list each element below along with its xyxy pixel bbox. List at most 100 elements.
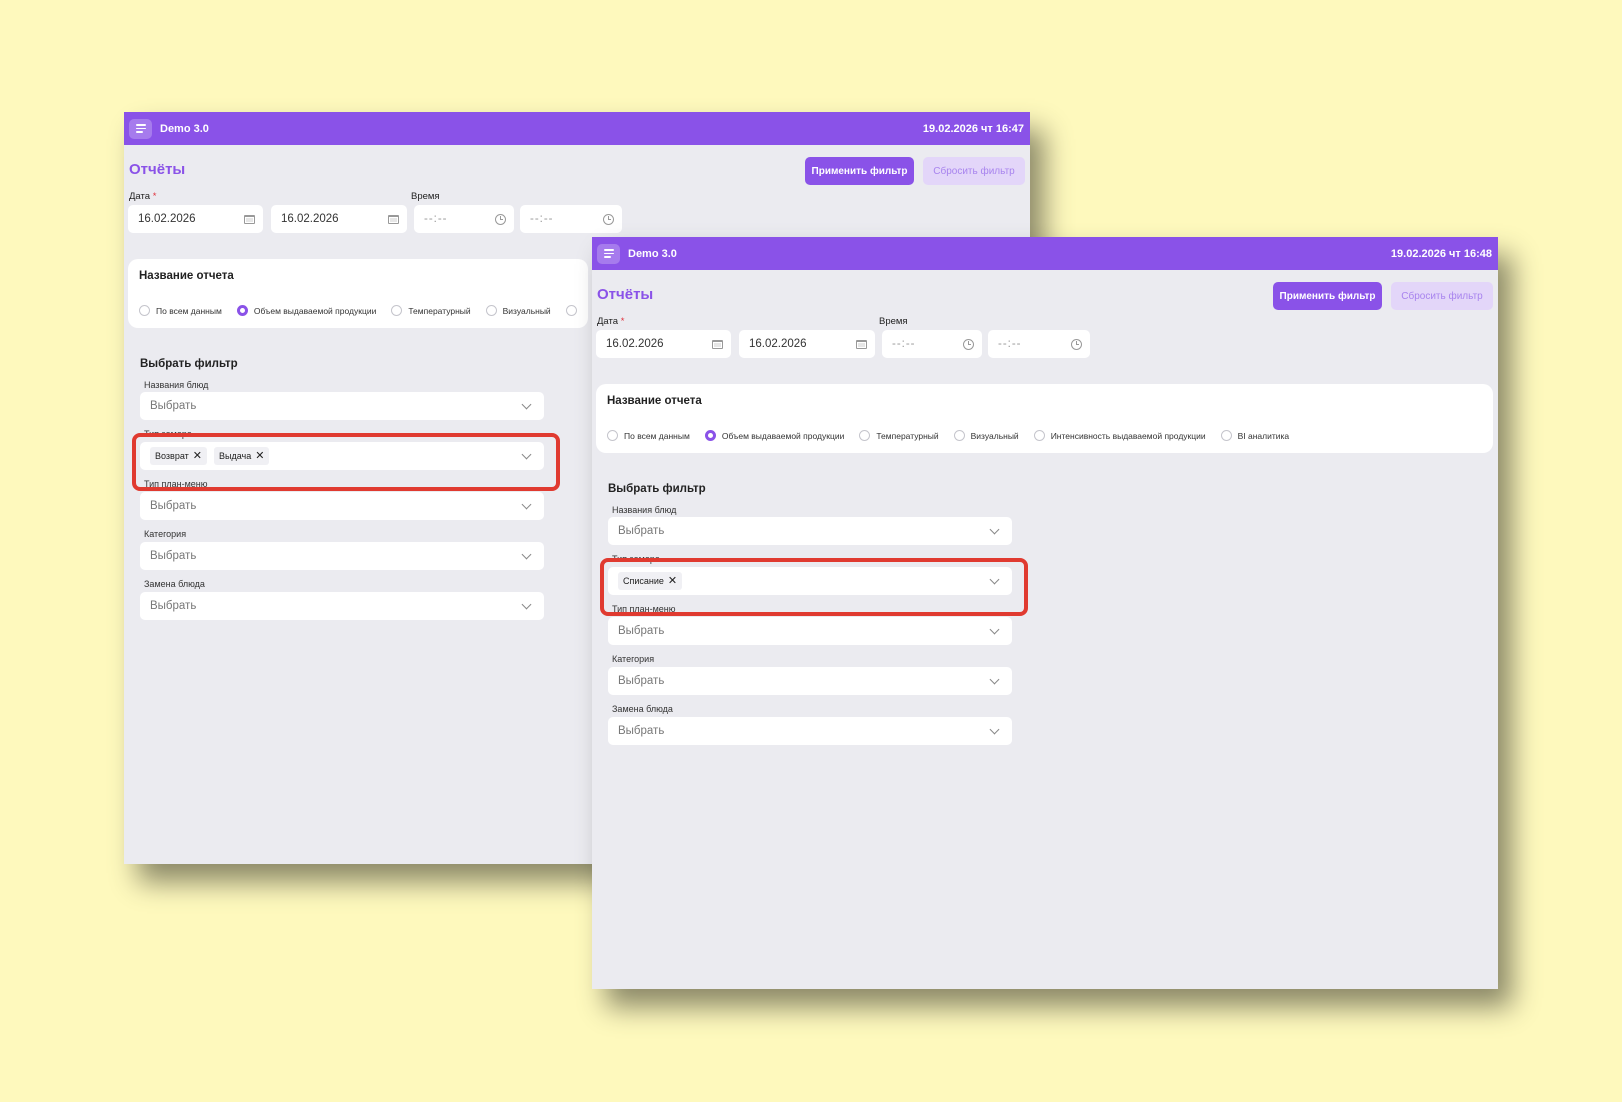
report-window-2: Demo 3.0 19.02.2026 чт 16:48 Отчёты Прим… xyxy=(592,237,1498,989)
close-icon[interactable]: ✕ xyxy=(255,450,264,462)
plan-menu-type-select[interactable]: Выбрать xyxy=(608,617,1012,645)
menu-icon[interactable] xyxy=(597,243,620,264)
report-type-radio[interactable]: Объем выдаваемой продукции xyxy=(236,305,377,316)
date-label: Дата * xyxy=(129,191,157,202)
dish-names-select[interactable]: Выбрать xyxy=(140,392,544,420)
calendar-icon[interactable] xyxy=(856,339,867,349)
calendar-icon[interactable] xyxy=(388,214,399,224)
chevron-down-icon[interactable] xyxy=(521,449,532,459)
clock-icon[interactable] xyxy=(603,213,614,225)
menu-icon[interactable] xyxy=(129,118,152,139)
report-type-radio[interactable]: Визуальный xyxy=(953,430,1019,441)
radio-label: Объем выдаваемой продукции xyxy=(721,430,845,441)
report-type-radio[interactable]: Температурный xyxy=(391,305,471,316)
plan-menu-type-label: Тип план-меню xyxy=(612,604,676,614)
chevron-down-icon[interactable] xyxy=(989,624,1000,634)
report-type-radio[interactable]: Объем выдаваемой продукции xyxy=(704,430,845,441)
date-to-field[interactable]: 16.02.2026 xyxy=(739,330,875,358)
category-select[interactable]: Выбрать xyxy=(140,542,544,570)
top-bar: Demo 3.0 19.02.2026 чт 16:48 xyxy=(592,237,1498,270)
time-label: Время xyxy=(411,191,440,202)
chevron-down-icon[interactable] xyxy=(521,549,532,559)
radio-circle[interactable] xyxy=(859,430,871,441)
report-type-radio[interactable]: По всем данным xyxy=(139,305,222,316)
time-label: Время xyxy=(879,316,908,327)
close-icon[interactable]: ✕ xyxy=(668,575,677,587)
date-from-field[interactable]: 16.02.2026 xyxy=(128,205,263,233)
radio-circle[interactable] xyxy=(565,305,577,316)
report-type-radio[interactable]: Визуальный xyxy=(485,305,551,316)
time-to-field[interactable]: --:-- xyxy=(520,205,622,233)
report-type-radio[interactable] xyxy=(565,305,583,316)
reset-filter-button[interactable]: Сбросить фильтр xyxy=(1391,282,1493,310)
date-time-row: Дата * Время 16.02.2026 16.02.2026 --:--… xyxy=(124,189,1030,235)
dish-replacement-label: Замена блюда xyxy=(144,579,205,589)
radio-label: По всем данным xyxy=(156,305,222,316)
time-from-field[interactable]: --:-- xyxy=(882,330,982,358)
radio-circle[interactable] xyxy=(485,305,497,316)
apply-filter-button[interactable]: Применить фильтр xyxy=(805,157,914,185)
chevron-down-icon[interactable] xyxy=(521,399,532,409)
chip-label: Возврат xyxy=(155,451,189,461)
apply-filter-button[interactable]: Применить фильтр xyxy=(1273,282,1382,310)
chevron-down-icon[interactable] xyxy=(989,674,1000,684)
calendar-icon[interactable] xyxy=(244,214,255,224)
date-from-field[interactable]: 16.02.2026 xyxy=(596,330,731,358)
report-type-radio[interactable]: По всем данным xyxy=(607,430,690,441)
clock-icon[interactable] xyxy=(1071,338,1082,350)
clock-icon[interactable] xyxy=(495,213,506,225)
radio-label: Объем выдаваемой продукции xyxy=(253,305,377,316)
radio-circle[interactable] xyxy=(704,430,716,441)
report-type-radio[interactable]: Интенсивность выдаваемой продукции xyxy=(1033,430,1206,441)
select-placeholder: Выбрать xyxy=(150,500,197,512)
chevron-down-icon[interactable] xyxy=(989,524,1000,534)
reset-filter-button[interactable]: Сбросить фильтр xyxy=(923,157,1025,185)
time-from-value: --:-- xyxy=(892,338,916,350)
radio-label: Визуальный xyxy=(502,305,551,316)
report-type-radios: По всем данным Объем выдаваемой продукции… xyxy=(139,305,598,316)
plan-menu-type-label: Тип план-меню xyxy=(144,479,208,489)
time-to-value: --:-- xyxy=(998,338,1022,350)
radio-label: По всем данным xyxy=(624,430,690,441)
measure-type-select[interactable]: Возврат ✕ Выдача ✕ xyxy=(140,442,544,470)
dish-replacement-select[interactable]: Выбрать xyxy=(608,717,1012,745)
app-title: Demo 3.0 xyxy=(160,122,209,135)
radio-circle[interactable] xyxy=(1220,430,1232,441)
radio-circle[interactable] xyxy=(1033,430,1045,441)
chevron-down-icon[interactable] xyxy=(521,499,532,509)
radio-circle[interactable] xyxy=(391,305,403,316)
radio-label: BI аналитика xyxy=(1237,430,1290,441)
radio-circle[interactable] xyxy=(607,430,618,441)
radio-circle[interactable] xyxy=(236,305,248,316)
selected-chip[interactable]: Выдача ✕ xyxy=(213,447,270,465)
radio-circle[interactable] xyxy=(139,305,150,316)
date-to-field[interactable]: 16.02.2026 xyxy=(271,205,407,233)
page-header: Отчёты Применить фильтр Сбросить фильтр xyxy=(592,270,1498,314)
category-select[interactable]: Выбрать xyxy=(608,667,1012,695)
calendar-icon[interactable] xyxy=(712,339,723,349)
filter-title: Выбрать фильтр xyxy=(140,358,238,370)
clock-icon[interactable] xyxy=(963,338,974,350)
radio-circle[interactable] xyxy=(953,430,965,441)
select-placeholder: Выбрать xyxy=(150,550,197,562)
date-from-value: 16.02.2026 xyxy=(606,338,664,350)
measure-type-select[interactable]: Списание ✕ xyxy=(608,567,1012,595)
time-from-field[interactable]: --:-- xyxy=(414,205,514,233)
selected-chip[interactable]: Возврат ✕ xyxy=(150,447,207,465)
report-type-radio[interactable]: Температурный xyxy=(859,430,939,441)
plan-menu-type-select[interactable]: Выбрать xyxy=(140,492,544,520)
report-card-title: Название отчета xyxy=(139,270,234,282)
dish-names-label: Названия блюд xyxy=(144,380,209,390)
measure-type-chips: Возврат ✕ Выдача ✕ xyxy=(150,447,523,465)
chevron-down-icon[interactable] xyxy=(989,724,1000,734)
time-to-field[interactable]: --:-- xyxy=(988,330,1090,358)
chevron-down-icon[interactable] xyxy=(989,574,1000,584)
close-icon[interactable]: ✕ xyxy=(193,450,202,462)
chevron-down-icon[interactable] xyxy=(521,599,532,609)
dish-names-select[interactable]: Выбрать xyxy=(608,517,1012,545)
report-type-radio[interactable]: BI аналитика xyxy=(1220,430,1290,441)
report-type-radios: По всем данным Объем выдаваемой продукции… xyxy=(607,430,1304,441)
radio-label: Визуальный xyxy=(970,430,1019,441)
selected-chip[interactable]: Списание ✕ xyxy=(618,572,683,590)
dish-replacement-select[interactable]: Выбрать xyxy=(140,592,544,620)
